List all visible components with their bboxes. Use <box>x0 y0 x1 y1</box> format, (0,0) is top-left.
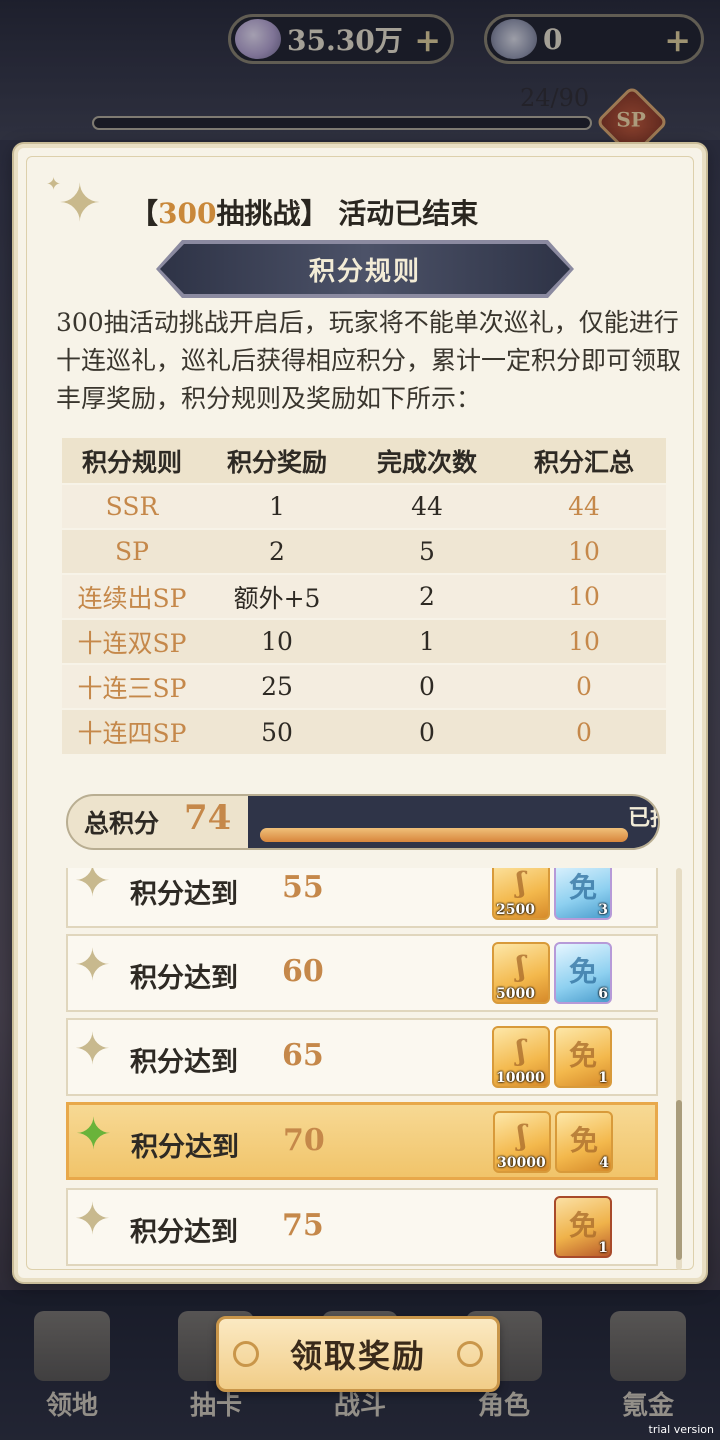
reward-threshold: 70 <box>283 1123 325 1158</box>
reward-threshold: 60 <box>282 954 324 989</box>
table-cell: 十连双SP <box>62 618 202 664</box>
sparkle-icon: ✦ <box>74 940 111 991</box>
trial-watermark: trial version <box>648 1423 714 1436</box>
reward-row-65[interactable]: ✦ 积分达到 65 ʃ 10000 免1 <box>66 1018 658 1096</box>
table-cell: 2 <box>202 528 352 574</box>
draw-progress-panel: 已抽300/300 <box>248 796 658 848</box>
total-score-value: 74 <box>184 798 232 838</box>
rules-description: 300抽活动挑战开启后，玩家将不能单次巡礼，仅能进行十连巡礼，巡礼后获得相应积分… <box>56 308 682 413</box>
sparkle-small-icon: ✦ <box>46 174 62 195</box>
claim-reward-label: 领取奖励 <box>289 1337 426 1375</box>
sparkle-icon: ✦ <box>74 1194 111 1245</box>
rules-banner: 积分规则 <box>160 244 570 294</box>
table-cell: 10 <box>502 573 666 619</box>
item-qty: 2500 <box>496 902 535 918</box>
item-qty: 4 <box>599 1155 609 1171</box>
table-row: 十连三SP 25 0 0 <box>62 663 666 709</box>
table-cell: 0 <box>352 663 502 709</box>
table-row: SP 2 5 10 <box>62 528 666 574</box>
item-qty: 3 <box>598 902 608 918</box>
table-cell: 1 <box>352 618 502 664</box>
reward-list-scrollbar[interactable] <box>676 868 682 1270</box>
free-ticket-icon[interactable]: 免1 <box>554 1196 612 1258</box>
header-number: 300 <box>158 197 217 230</box>
reward-row-70[interactable]: ✦ 积分达到 70 ʃ 30000 免4 <box>66 1102 658 1180</box>
table-cell: 十连三SP <box>62 663 202 709</box>
reward-label: 积分达到 <box>130 963 238 994</box>
gold-ticket-icon[interactable]: ʃ 5000 <box>492 942 550 1004</box>
table-cell: SP <box>62 528 202 574</box>
sparkle-icon: ✦ <box>58 174 102 234</box>
table-cell: SSR <box>62 483 202 529</box>
header-title: 抽挑战】 活动已结束 <box>216 197 479 230</box>
table-row: SSR 1 44 44 <box>62 483 666 529</box>
reward-label: 积分达到 <box>130 879 238 910</box>
free-ticket-icon[interactable]: 免1 <box>554 1026 612 1088</box>
table-cell: 44 <box>502 483 666 529</box>
modal-header: 【300抽挑战】 活动已结束 <box>130 192 478 232</box>
table-header: 积分奖励 <box>202 438 352 484</box>
sparkle-icon: ✦ <box>74 868 111 907</box>
table-cell: 5 <box>352 528 502 574</box>
table-cell: 0 <box>502 708 666 754</box>
table-row: 十连四SP 50 0 0 <box>62 708 666 754</box>
table-cell: 10 <box>202 618 352 664</box>
table-header: 完成次数 <box>352 438 502 484</box>
item-qty: 1 <box>598 1240 608 1256</box>
total-score-bar: 总积分 74 已抽300/300 <box>66 794 660 850</box>
sparkle-icon: ✦ <box>75 1109 112 1160</box>
reward-threshold: 75 <box>282 1208 324 1243</box>
table-header: 积分汇总 <box>502 438 666 484</box>
table-cell: 50 <box>202 708 352 754</box>
reward-row-55[interactable]: ✦ 积分达到 55 ʃ 2500 免3 <box>66 868 658 928</box>
reward-row-60[interactable]: ✦ 积分达到 60 ʃ 5000 免6 <box>66 934 658 1012</box>
reward-threshold: 65 <box>282 1038 324 1073</box>
item-qty: 6 <box>598 986 608 1002</box>
item-qty: 30000 <box>497 1155 546 1171</box>
table-header: 积分规则 <box>62 438 202 484</box>
challenge-modal: ✦ ✦ 【300抽挑战】 活动已结束 积分规则 300抽活动挑战开启后，玩家将不… <box>14 144 706 1282</box>
table-cell: 10 <box>502 528 666 574</box>
reward-label: 积分达到 <box>130 1217 238 1248</box>
reward-row-75[interactable]: ✦ 积分达到 75 免1 <box>66 1188 658 1266</box>
table-cell: 额外+5 <box>202 573 352 619</box>
rules-title: 积分规则 <box>308 256 421 287</box>
table-cell: 10 <box>502 618 666 664</box>
sparkle-icon: ✦ <box>74 1024 111 1075</box>
table-header-row: 积分规则 积分奖励 完成次数 积分汇总 <box>62 438 666 484</box>
item-qty: 10000 <box>496 1070 545 1086</box>
rules-table: 积分规则 积分奖励 完成次数 积分汇总 SSR 1 44 44 SP 2 5 1… <box>62 438 666 754</box>
table-cell: 0 <box>502 663 666 709</box>
scrollbar-thumb[interactable] <box>676 1100 682 1260</box>
reward-label: 积分达到 <box>130 1047 238 1078</box>
item-qty: 1 <box>598 1070 608 1086</box>
gold-ticket-icon[interactable]: ʃ 30000 <box>493 1111 551 1173</box>
table-cell: 十连四SP <box>62 708 202 754</box>
free-ticket-icon[interactable]: 免3 <box>554 868 612 920</box>
draw-progress-fill <box>260 828 628 842</box>
reward-threshold: 55 <box>282 870 324 905</box>
claim-reward-button[interactable]: 领取奖励 <box>216 1316 500 1392</box>
table-row: 连续出SP 额外+5 2 10 <box>62 573 666 619</box>
reward-label: 积分达到 <box>131 1132 239 1163</box>
table-row: 十连双SP 10 1 10 <box>62 618 666 664</box>
free-ticket-icon[interactable]: 免4 <box>555 1111 613 1173</box>
free-ticket-icon[interactable]: 免6 <box>554 942 612 1004</box>
gold-ticket-icon[interactable]: ʃ 2500 <box>492 868 550 920</box>
table-cell: 25 <box>202 663 352 709</box>
table-cell: 1 <box>202 483 352 529</box>
ornament-icon <box>233 1341 259 1367</box>
gold-ticket-icon[interactable]: ʃ 10000 <box>492 1026 550 1088</box>
table-cell: 44 <box>352 483 502 529</box>
draw-progress-track <box>260 828 628 842</box>
header-bracket: 【 <box>130 197 159 230</box>
total-score-label: 总积分 <box>84 809 160 838</box>
table-cell: 2 <box>352 573 502 619</box>
reward-list[interactable]: ✦ 积分达到 55 ʃ 2500 免3 ✦ 积分达到 60 ʃ 5000 免6 ✦ … <box>66 868 666 1270</box>
table-cell: 连续出SP <box>62 573 202 619</box>
item-qty: 5000 <box>496 986 535 1002</box>
ornament-icon <box>457 1341 483 1367</box>
table-cell: 0 <box>352 708 502 754</box>
